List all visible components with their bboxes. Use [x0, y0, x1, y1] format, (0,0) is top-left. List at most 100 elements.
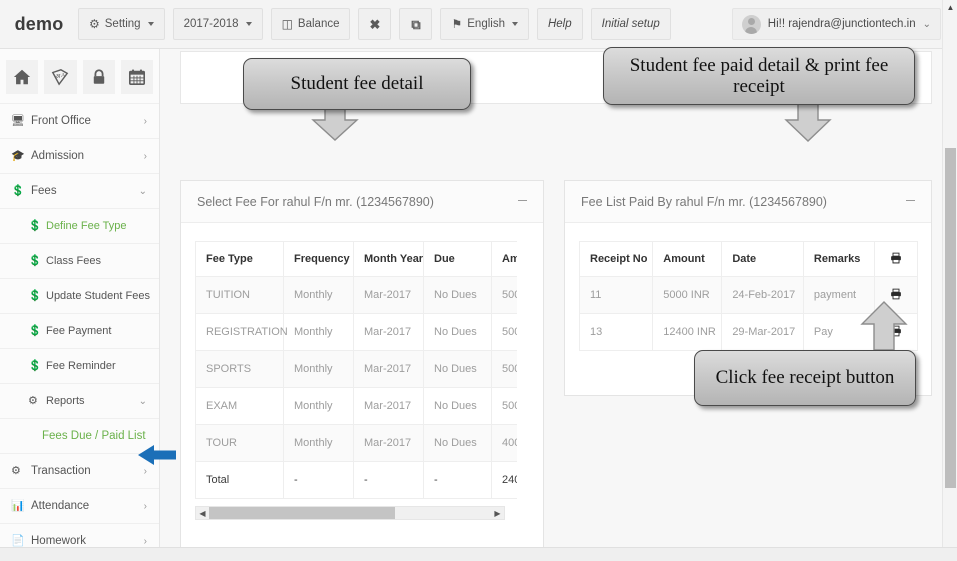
scrollbar-thumb[interactable]: [945, 148, 956, 488]
minus-icon[interactable]: [518, 200, 527, 201]
scrollbar-track[interactable]: [209, 507, 491, 519]
balance-button[interactable]: ◫ Balance: [270, 8, 351, 40]
money-icon: 💲: [28, 359, 42, 372]
cell-month-year: Mar-2017: [353, 424, 424, 462]
sidebar-item-label: Transaction: [31, 465, 91, 477]
cell-amount: 5000: [491, 387, 517, 425]
sidebar-item-label: Reports: [46, 395, 85, 407]
sidebar-item-transaction[interactable]: ⚙ Transaction ›: [0, 453, 159, 488]
chevron-down-icon: [147, 22, 154, 26]
sidebar-item-reports[interactable]: ⚙ Reports ⌄: [0, 383, 159, 418]
home-quick-button[interactable]: [6, 60, 39, 94]
language-button[interactable]: ⚑ English: [440, 8, 529, 40]
sidebar-item-update-student-fees[interactable]: 💲 Update Student Fees: [0, 278, 159, 313]
scroll-right-icon[interactable]: ▶: [491, 509, 504, 518]
callout-student-fee-paid-detail: Student fee paid detail & print fee rece…: [603, 47, 915, 105]
avatar: [741, 14, 761, 34]
sidebar-item-attendance[interactable]: 📊 Attendance ›: [0, 488, 159, 523]
initial-setup-label: Initial setup: [601, 18, 660, 30]
cell-total-due: -: [423, 461, 492, 499]
resize-button[interactable]: ⧉: [399, 8, 433, 40]
scroll-left-icon[interactable]: ◀: [196, 509, 209, 518]
cell-frequency: Monthly: [283, 424, 354, 462]
cell-fee-type: EXAM: [195, 387, 284, 425]
fee-table: Fee Type Frequency Month Year Due Amount…: [195, 241, 517, 499]
initial-setup-button[interactable]: Initial setup: [590, 8, 671, 40]
session-year-button[interactable]: 2017-2018: [172, 8, 263, 40]
fee-paid-panel-header: Fee List Paid By rahul F/n mr. (12345678…: [565, 181, 931, 223]
flag-icon: ⚑: [451, 17, 463, 31]
chevron-down-icon: [245, 22, 252, 26]
help-label: Help: [547, 18, 572, 30]
expand-icon: ✖: [369, 16, 381, 32]
user-email-label: Hi!! rajendra@junctiontech.in: [767, 18, 916, 30]
translate-quick-button[interactable]: अ A: [44, 60, 77, 94]
table-header-row: Fee Type Frequency Month Year Due Amount: [195, 241, 517, 277]
sidebar-item-label: Homework: [31, 535, 86, 547]
money-icon: 💲: [28, 324, 42, 337]
cell-total-amount: 24000: [491, 461, 517, 499]
column-header-receipt-no: Receipt No: [578, 241, 654, 277]
callout-text: Student fee detail: [290, 73, 424, 95]
sidebar-item-fee-payment[interactable]: 💲 Fee Payment: [0, 313, 159, 348]
sidebar-item-label: Update Student Fees: [46, 290, 150, 302]
column-header-remarks: Remarks: [802, 241, 876, 277]
minus-icon[interactable]: [906, 200, 915, 201]
brand-logo[interactable]: demo: [0, 14, 78, 35]
sidebar-item-label: Admission: [31, 150, 85, 162]
expand-button[interactable]: ✖: [358, 8, 392, 40]
cell-frequency: Monthly: [283, 387, 354, 425]
cell-receipt-no: 11: [578, 276, 654, 314]
sidebar-item-fee-reminder[interactable]: 💲 Fee Reminder: [0, 348, 159, 383]
cell-receipt-no: 13: [578, 313, 654, 351]
setting-label: Setting: [104, 18, 141, 30]
cell-amount: 5000: [491, 350, 517, 388]
money-icon: 💲: [11, 184, 25, 197]
gear-icon: ⚙: [11, 464, 21, 477]
sidebar-item-fees[interactable]: 💲 Fees ⌄: [0, 173, 159, 208]
horizontal-scrollbar[interactable]: ◀ ▶: [195, 506, 505, 520]
scrollbar-thumb[interactable]: [209, 507, 395, 519]
setting-button[interactable]: ⚙ Setting: [78, 8, 165, 40]
user-menu[interactable]: Hi!! rajendra@junctiontech.in ⌄: [731, 8, 941, 40]
chart-icon: 📊: [11, 499, 25, 512]
sidebar-item-label: Fee Reminder: [46, 360, 116, 372]
sidebar-item-label: Fees Due / Paid List: [42, 430, 146, 442]
help-button[interactable]: Help: [536, 8, 583, 40]
chevron-down-icon: ⌄: [138, 395, 147, 407]
fee-paid-title: Fee List Paid By rahul F/n mr. (12345678…: [581, 194, 827, 209]
callout-arrow-down-2: [784, 99, 832, 142]
sidebar-item-label: Class Fees: [46, 255, 102, 267]
lock-icon: [93, 69, 104, 84]
home-icon: [14, 69, 31, 85]
language-label: English: [467, 18, 505, 30]
sidebar-item-fees-due-paid-list[interactable]: Fees Due / Paid List: [0, 418, 159, 453]
sidebar-item-label: Fee Payment: [46, 325, 112, 337]
sidebar-item-define-fee-type[interactable]: 💲 Define Fee Type: [0, 208, 159, 243]
cell-fee-type: TUITION: [195, 276, 284, 314]
calendar-quick-button[interactable]: [120, 60, 153, 94]
callout-click-fee-receipt: Click fee receipt button: [694, 350, 916, 406]
blue-pointer-arrow: [138, 445, 176, 465]
table-row: SPORTS Monthly Mar-2017 No Dues 5000: [195, 350, 517, 388]
sidebar-item-front-office[interactable]: 🖥 Front Office ›: [0, 103, 159, 138]
translate-icon: अ A: [52, 69, 69, 86]
column-header-frequency: Frequency: [283, 241, 354, 277]
column-header-due: Due: [423, 241, 492, 277]
graduation-cap-icon: 🎓: [11, 149, 25, 162]
sidebar-item-class-fees[interactable]: 💲 Class Fees: [0, 243, 159, 278]
cell-amount: 12400 INR: [652, 313, 723, 351]
table-row: EXAM Monthly Mar-2017 No Dues 5000: [195, 387, 517, 425]
callout-text: Student fee paid detail & print fee rece…: [629, 54, 889, 97]
sidebar-quick-icons: अ A: [0, 49, 159, 103]
lock-quick-button[interactable]: [82, 60, 115, 94]
cell-due: No Dues: [423, 387, 492, 425]
bottom-status-bar: [0, 547, 957, 561]
callout-arrow-up-3: [860, 301, 908, 351]
scroll-up-icon[interactable]: ▲: [943, 0, 957, 15]
sidebar-item-admission[interactable]: 🎓 Admission ›: [0, 138, 159, 173]
resize-icon: ⧉: [411, 16, 421, 32]
cell-total-frequency: -: [283, 461, 354, 499]
vertical-scrollbar[interactable]: ▲ ▼: [942, 0, 957, 561]
column-header-month-year: Month Year: [353, 241, 424, 277]
